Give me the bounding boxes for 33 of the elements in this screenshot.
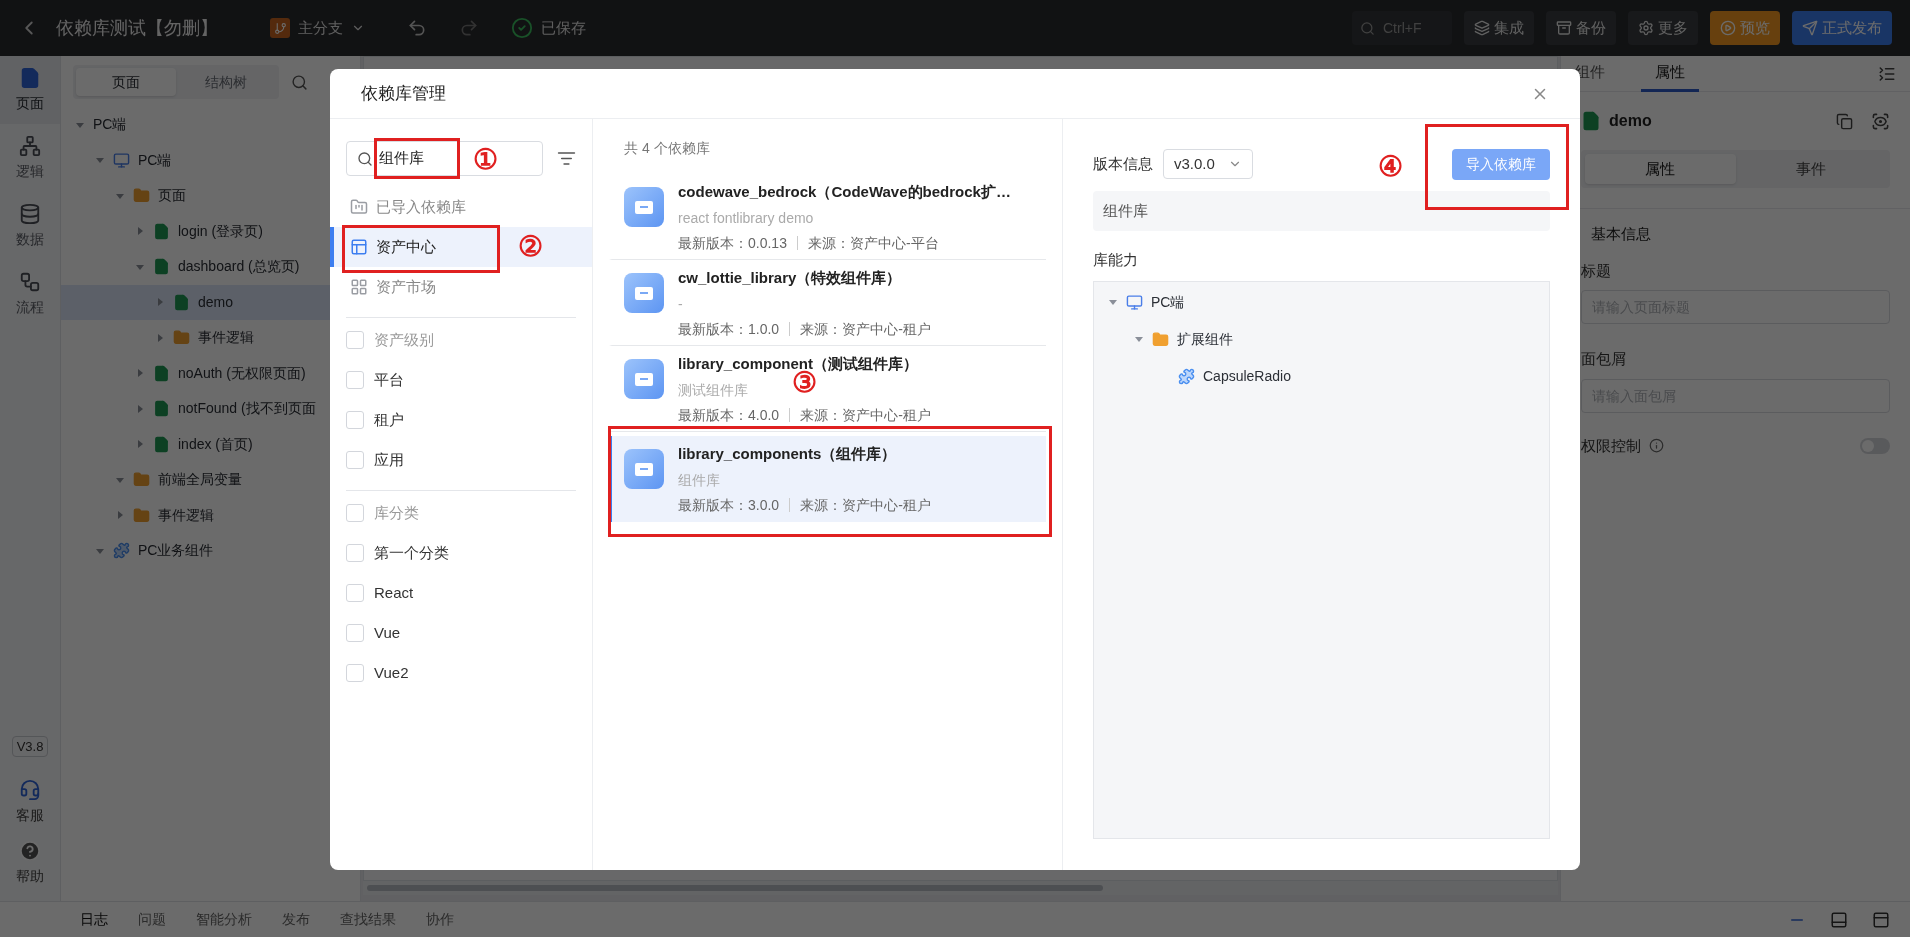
library-description: 测试组件库 bbox=[678, 380, 748, 400]
library-description: 组件库 bbox=[678, 470, 720, 490]
library-source: 来源：资产中心-租户 bbox=[800, 405, 931, 425]
library-version: 最新版本：4.0.0 bbox=[678, 405, 780, 425]
field-label: 权限控制 bbox=[1581, 435, 1641, 456]
library-description: 组件库 bbox=[1103, 200, 1148, 221]
step-marker: ③ bbox=[792, 369, 817, 397]
library-version: 最新版本：1.0.0 bbox=[678, 319, 780, 339]
library-name: cw_lottie_library（特效组件库） bbox=[678, 268, 902, 288]
save-status: 已保存 bbox=[541, 17, 586, 38]
page-name: demo bbox=[1609, 111, 1653, 131]
field-label: 版本信息 bbox=[1093, 153, 1153, 174]
field-label: 标题 bbox=[1581, 260, 1612, 281]
version-badge: V3.8 bbox=[11, 735, 49, 757]
step-marker: ④ bbox=[1378, 153, 1403, 181]
field-label: 库能力 bbox=[1093, 250, 1139, 270]
library-description: - bbox=[678, 294, 683, 314]
dialog-title: 依赖库管理 bbox=[361, 82, 446, 105]
step-marker: ① bbox=[473, 146, 498, 174]
library-name: library_component（测试组件库） bbox=[678, 354, 919, 372]
field-label: 面包屑 bbox=[1581, 349, 1627, 369]
library-name: codewave_bedrock（CodeWave的bedrock扩… bbox=[678, 182, 1011, 202]
library-source: 来源：资产中心-租户 bbox=[800, 319, 931, 339]
library-name: library_components（组件库） bbox=[678, 444, 897, 464]
library-version: 最新版本：0.0.13 bbox=[678, 233, 787, 253]
app-title: 依赖库测试【勿删】 bbox=[56, 16, 218, 40]
library-version: 最新版本：3.0.0 bbox=[678, 495, 780, 515]
library-description: react fontlibrary demo bbox=[678, 208, 814, 228]
step-marker: ② bbox=[518, 233, 543, 261]
result-count: 共 4 个依赖库 bbox=[624, 139, 711, 158]
section-title: 基本信息 bbox=[1591, 224, 1652, 244]
library-source: 来源：资产中心-租户 bbox=[800, 495, 931, 515]
library-source: 来源：资产中心-平台 bbox=[807, 233, 939, 253]
